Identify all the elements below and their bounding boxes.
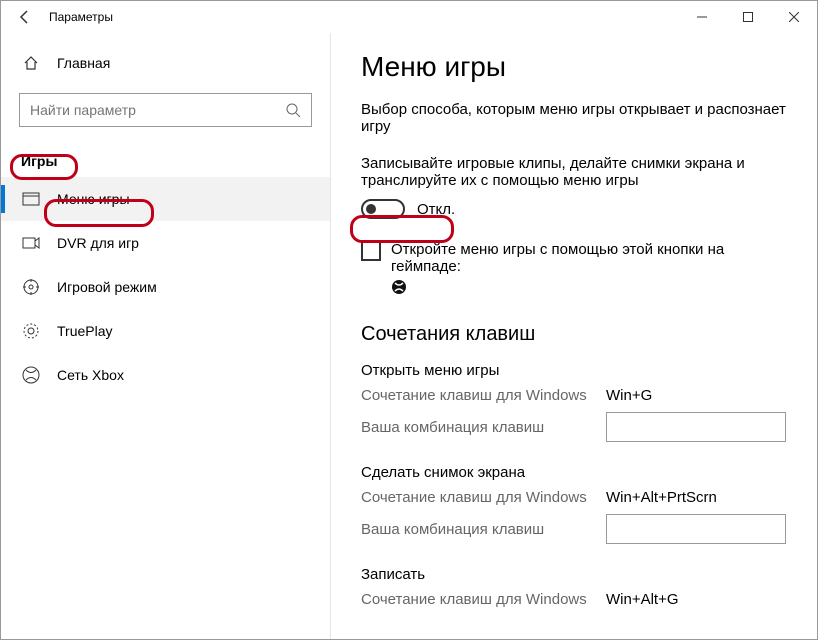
xbox-icon [21,365,41,385]
sidebar-item-label: Игровой режим [57,279,157,295]
dvr-icon [21,233,41,253]
shortcut-screenshot: Сделать снимок экрана Сочетание клавиш д… [361,464,787,544]
sidebar-item-xbox-network[interactable]: Сеть Xbox [1,353,330,397]
shortcut-windows-label: Сочетание клавиш для Windows [361,489,606,506]
toggle-description: Записывайте игровые клипы, делайте снимк… [361,155,787,189]
shortcut-open-game-bar: Открыть меню игры Сочетание клавиш для W… [361,362,787,442]
sidebar-item-label: TruePlay [57,323,113,339]
shortcut-custom-label: Ваша комбинация клавиш [361,419,606,436]
record-toggle[interactable] [361,199,405,219]
titlebar: Параметры [1,1,817,33]
shortcut-custom-input[interactable] [606,412,786,442]
page-title: Меню игры [361,51,787,83]
sidebar-item-game-bar[interactable]: Меню игры [1,177,330,221]
search-box[interactable] [19,93,312,127]
shortcuts-heading: Сочетания клавиш [361,323,787,346]
back-button[interactable] [9,1,41,33]
shortcut-windows-value: Win+Alt+PrtScrn [606,489,717,506]
sidebar-item-trueplay[interactable]: TruePlay [1,309,330,353]
sidebar-item-game-mode[interactable]: Игровой режим [1,265,330,309]
search-input[interactable] [30,102,285,118]
shortcut-custom-label: Ваша комбинация клавиш [361,521,606,538]
minimize-button[interactable] [679,1,725,33]
sidebar: Главная Игры Меню игры DVR для игр [1,33,331,639]
sidebar-item-label: Меню игры [57,191,130,207]
page-description: Выбор способа, которым меню игры открыва… [361,101,787,135]
shortcut-windows-value: Win+Alt+G [606,591,679,608]
shortcut-windows-label: Сочетание клавиш для Windows [361,591,606,608]
trueplay-icon [21,321,41,341]
home-icon [21,55,41,71]
shortcut-title: Открыть меню игры [361,362,787,379]
toggle-state-label: Откл. [417,201,455,218]
shortcut-windows-label: Сочетание клавиш для Windows [361,387,606,404]
shortcut-windows-value: Win+G [606,387,652,404]
window-title: Параметры [49,10,113,24]
shortcut-custom-input[interactable] [606,514,786,544]
close-button[interactable] [771,1,817,33]
shortcut-title: Сделать снимок экрана [361,464,787,481]
sidebar-item-label: Сеть Xbox [57,367,124,383]
shortcut-title: Записать [361,566,787,583]
search-icon [285,102,301,118]
game-mode-icon [21,277,41,297]
sidebar-home[interactable]: Главная [1,45,330,81]
maximize-button[interactable] [725,1,771,33]
sidebar-section-title: Игры [1,145,77,177]
content: Меню игры Выбор способа, которым меню иг… [331,33,817,639]
shortcut-record: Записать Сочетание клавиш для Windows Wi… [361,566,787,608]
xbox-button-icon [391,279,407,295]
gamepad-checkbox[interactable] [361,241,381,261]
sidebar-home-label: Главная [57,55,110,71]
game-bar-icon [21,189,41,209]
sidebar-item-label: DVR для игр [57,235,139,251]
sidebar-item-dvr[interactable]: DVR для игр [1,221,330,265]
gamepad-check-label: Откройте меню игры с помощью этой кнопки… [391,241,771,295]
